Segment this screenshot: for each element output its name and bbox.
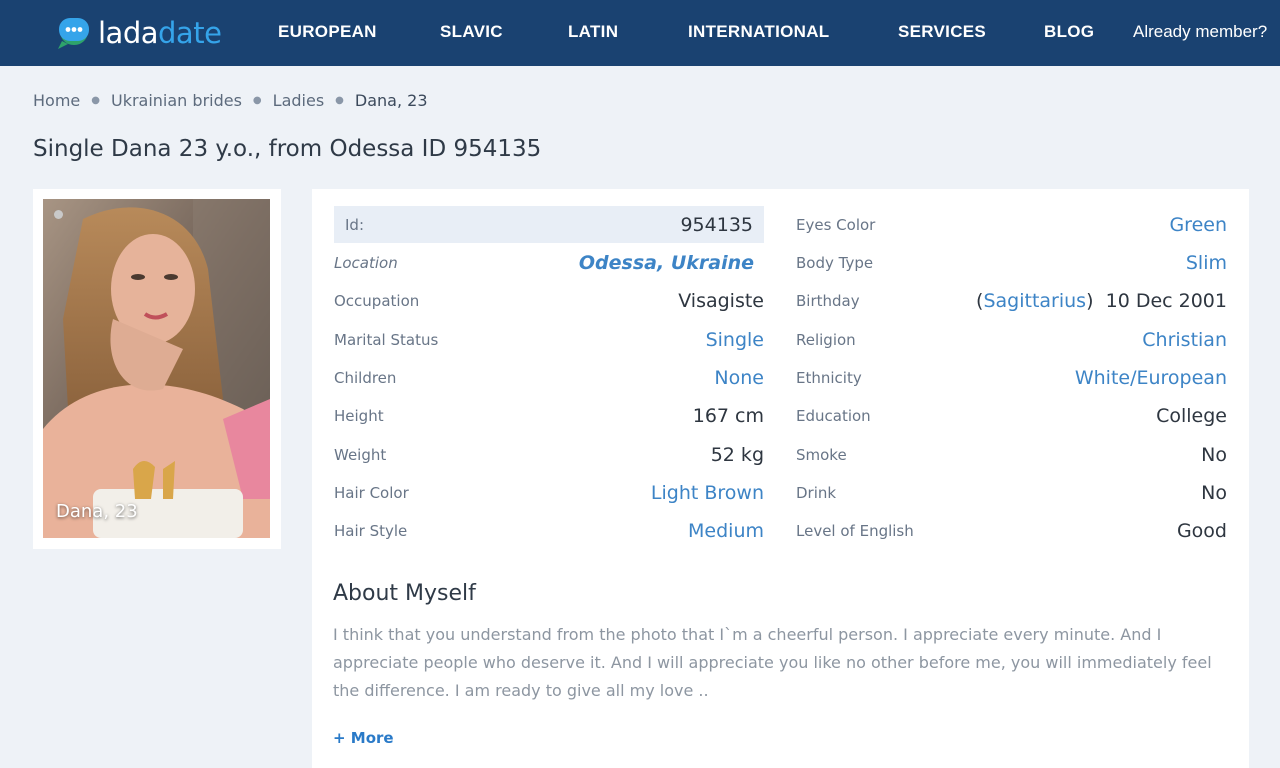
profile-row-hair-style: Hair Style Medium [334, 512, 764, 549]
marital-status-link[interactable]: Single [706, 329, 764, 351]
birthday-value: (Sagittarius) 10 Dec 2001 [976, 290, 1227, 312]
more-button[interactable]: + More [333, 729, 394, 747]
profile-label: Drink [796, 483, 837, 502]
profile-photo[interactable]: Dana, 23 [43, 199, 270, 538]
nav-item-international[interactable]: INTERNATIONAL [688, 22, 829, 42]
breadcrumb-ladies[interactable]: Ladies [273, 91, 325, 110]
nav-item-slavic[interactable]: SLAVIC [440, 22, 503, 42]
profile-row-eyes-color: Eyes Color Green [796, 206, 1227, 243]
nav-item-european[interactable]: EUROPEAN [278, 22, 377, 42]
logo-text-part1: lada [98, 16, 159, 50]
breadcrumb-separator-icon: ● [252, 95, 262, 106]
profile-row-smoke: Smoke No [796, 436, 1227, 473]
profile-row-religion: Religion Christian [796, 321, 1227, 358]
hair-style-link[interactable]: Medium [688, 520, 764, 542]
birthday-date: 10 Dec 2001 [1105, 289, 1227, 312]
profile-photo-card: Dana, 23 [33, 189, 281, 549]
profile-value: College [1156, 404, 1227, 427]
nav-item-blog[interactable]: BLOG [1044, 22, 1094, 42]
profile-row-height: Height 167 cm [334, 397, 764, 434]
profile-row-level-of-english: Level of English Good [796, 512, 1227, 549]
profile-row-birthday: Birthday (Sagittarius) 10 Dec 2001 [796, 282, 1227, 319]
profile-label: Smoke [796, 445, 847, 464]
profile-label: Level of English [796, 521, 914, 540]
breadcrumb-ukrainian-brides[interactable]: Ukrainian brides [111, 91, 242, 110]
zodiac-link[interactable]: Sagittarius [983, 290, 1086, 312]
eyes-color-link[interactable]: Green [1169, 214, 1227, 236]
nav-item-latin[interactable]: LATIN [568, 22, 618, 42]
location-link[interactable]: Odessa, Ukraine [579, 252, 754, 274]
profile-label: Occupation [334, 291, 420, 310]
zodiac-paren-close: ) [1086, 289, 1094, 312]
ethnicity-link[interactable]: White/European [1075, 367, 1227, 389]
profile-value: 52 kg [710, 443, 764, 466]
logo-wordmark: ladadate [98, 14, 222, 52]
site-logo[interactable]: ladadate [56, 14, 222, 52]
profile-label: Education [796, 406, 871, 425]
profile-details-panel: Id: 954135 Location Odessa, Ukraine Occu… [312, 189, 1249, 768]
profile-label: Body Type [796, 253, 874, 272]
profile-row-drink: Drink No [796, 474, 1227, 511]
profile-label: Location [334, 253, 398, 272]
profile-row-occupation: Occupation Visagiste [334, 282, 764, 319]
profile-row-weight: Weight 52 kg [334, 436, 764, 473]
profile-label: Children [334, 368, 397, 387]
profile-row-body-type: Body Type Slim [796, 244, 1227, 281]
profile-value: Visagiste [678, 289, 764, 312]
breadcrumb-current: Dana, 23 [354, 91, 428, 110]
about-myself-heading: About Myself [333, 581, 476, 606]
breadcrumb-separator-icon: ● [91, 95, 100, 106]
profile-row-marital-status: Marital Status Single [334, 321, 764, 358]
children-link[interactable]: None [714, 367, 764, 389]
profile-value: Good [1176, 519, 1227, 542]
photo-caption: Dana, 23 [56, 501, 138, 522]
breadcrumb-separator-icon: ● [335, 95, 344, 106]
breadcrumb: Home ● Ukrainian brides ● Ladies ● Dana,… [33, 91, 428, 110]
profile-value: 167 cm [692, 404, 764, 427]
top-navigation-bar: ladadate EUROPEAN SLAVIC LATIN INTERNATI… [0, 0, 1280, 66]
logo-text-part2: date [158, 16, 222, 50]
profile-value: No [1201, 481, 1227, 504]
religion-link[interactable]: Christian [1142, 329, 1227, 351]
profile-label: Ethnicity [796, 368, 862, 387]
profile-label: Religion [796, 330, 856, 349]
profile-label: Height [334, 406, 384, 425]
profile-value: No [1201, 443, 1227, 466]
profile-row-education: Education College [796, 397, 1227, 434]
profile-row-id: Id: 954135 [334, 206, 764, 243]
profile-row-children: Children None [334, 359, 764, 396]
about-myself-text: I think that you understand from the pho… [333, 625, 1212, 700]
profile-label: Id: [345, 215, 364, 234]
online-status-dot [54, 210, 63, 219]
chat-bubble-icon [56, 15, 92, 51]
nav-item-services[interactable]: SERVICES [898, 22, 986, 42]
profile-value: 954135 [680, 213, 753, 236]
breadcrumb-home[interactable]: Home [33, 91, 80, 110]
already-member-link[interactable]: Already member? [1133, 22, 1267, 42]
profile-row-ethnicity: Ethnicity White/European [796, 359, 1227, 396]
profile-label: Hair Color [334, 483, 409, 502]
profile-label: Eyes Color [796, 215, 876, 234]
page-title: Single Dana 23 y.o., from Odessa ID 9541… [33, 136, 542, 162]
profile-label: Weight [334, 445, 387, 464]
profile-row-location: Location Odessa, Ukraine [334, 244, 764, 281]
body-type-link[interactable]: Slim [1186, 252, 1227, 274]
profile-label: Birthday [796, 291, 860, 310]
profile-label: Marital Status [334, 330, 439, 349]
profile-row-hair-color: Hair Color Light Brown [334, 474, 764, 511]
profile-label: Hair Style [334, 521, 408, 540]
hair-color-link[interactable]: Light Brown [651, 482, 764, 504]
